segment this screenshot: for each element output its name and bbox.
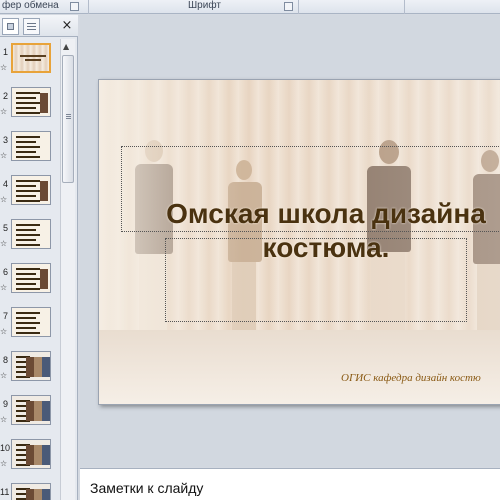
font-group-label: Шрифт xyxy=(188,0,221,11)
tab-slides[interactable] xyxy=(2,18,19,35)
slide-thumbnail[interactable]: 7 ☆ xyxy=(0,305,60,347)
notes-pane[interactable]: Заметки к слайду xyxy=(80,468,500,500)
slide-thumbnails: 1☆2☆3☆4☆5☆6☆7☆8☆9☆10☆11☆ xyxy=(0,39,60,500)
clipboard-group-label: фер обмена xyxy=(2,0,59,11)
slide-thumbnail-image xyxy=(11,351,51,381)
slide-thumbnail-image xyxy=(11,395,51,425)
slides-icon xyxy=(7,23,14,30)
panel-tabs: × xyxy=(0,15,78,37)
grip-icon xyxy=(66,114,71,115)
slide-editing-area: Омская школа дизайна костюма. ОГИС кафед… xyxy=(80,15,500,467)
slide-thumbnail-image xyxy=(11,307,51,337)
slide-number: 4 xyxy=(2,179,8,189)
slide-thumbnail[interactable]: 3 ☆ xyxy=(0,129,60,171)
transition-star-icon: ☆ xyxy=(0,195,8,204)
slide-thumbnail-image xyxy=(11,131,51,161)
slide-number: 3 xyxy=(2,135,8,145)
slide-title-line2: костюма. xyxy=(262,232,390,263)
scrollbar-thumb[interactable] xyxy=(62,55,74,183)
ribbon-separator xyxy=(88,0,89,14)
slide-thumbnail[interactable]: 2 ☆ xyxy=(0,85,60,127)
slide-thumbnail[interactable]: 1 ☆ xyxy=(0,41,60,83)
outline-icon xyxy=(27,23,36,24)
transition-star-icon: ☆ xyxy=(0,327,8,336)
slide-title-line1: Омская школа дизайна xyxy=(166,198,486,229)
runway-floor xyxy=(99,330,500,404)
close-panel-icon[interactable]: × xyxy=(60,18,74,34)
notes-placeholder: Заметки к слайду xyxy=(90,480,204,496)
slide-number: 1 xyxy=(2,47,8,57)
slide-number: 10 xyxy=(0,443,11,453)
slide-number: 7 xyxy=(2,311,8,321)
scroll-up-icon[interactable]: ▲ xyxy=(63,42,69,51)
slide-thumbnail-image xyxy=(11,43,51,73)
tab-outline[interactable] xyxy=(23,18,40,35)
slide-thumbnail[interactable]: 6 ☆ xyxy=(0,261,60,303)
font-dialog-launcher-icon[interactable] xyxy=(284,2,293,11)
ribbon-separator xyxy=(404,0,405,14)
slide-thumbnail[interactable]: 4 ☆ xyxy=(0,173,60,215)
slide-number: 6 xyxy=(2,267,8,277)
panel-scrollbar[interactable]: ▲ xyxy=(60,39,75,500)
slide-footer[interactable]: ОГИС кафедра дизайн костю xyxy=(341,372,481,384)
transition-star-icon: ☆ xyxy=(0,371,8,380)
outline-icon-line xyxy=(27,29,36,30)
transition-star-icon: ☆ xyxy=(0,239,8,248)
slide-number: 2 xyxy=(2,91,8,101)
slide-thumbnail[interactable]: 11☆ xyxy=(0,481,60,500)
slide-number: 5 xyxy=(2,223,8,233)
transition-star-icon: ☆ xyxy=(0,107,8,116)
slide-number: 9 xyxy=(2,399,8,409)
slide-number: 8 xyxy=(2,355,8,365)
slide-thumbnail-image xyxy=(11,87,51,117)
slide-thumbnail[interactable]: 8 ☆ xyxy=(0,349,60,391)
slide-title[interactable]: Омская школа дизайна костюма. xyxy=(121,197,500,265)
ribbon-separator xyxy=(298,0,299,14)
slide-thumbnail[interactable]: 10 ☆ xyxy=(0,437,60,479)
slide-thumbnail-image xyxy=(11,483,51,500)
slide-number: 11 xyxy=(0,487,10,497)
slide-thumbnail-image xyxy=(11,439,51,469)
slide-thumbnail-image xyxy=(11,175,51,205)
transition-star-icon: ☆ xyxy=(0,151,8,160)
slide-thumbnail-image xyxy=(11,219,51,249)
clipboard-dialog-launcher-icon[interactable] xyxy=(70,2,79,11)
outline-icon-line xyxy=(27,26,36,27)
slides-panel: × 1☆2☆3☆4☆5☆6☆7☆8☆9☆10☆11☆ ▲ xyxy=(0,15,78,500)
transition-star-icon: ☆ xyxy=(0,63,8,72)
ribbon: фер обмена Шрифт xyxy=(0,0,500,14)
transition-star-icon: ☆ xyxy=(0,415,8,424)
slide-canvas[interactable]: Омская школа дизайна костюма. ОГИС кафед… xyxy=(98,79,500,405)
transition-star-icon: ☆ xyxy=(0,283,8,292)
slide-thumbnail[interactable]: 9 ☆ xyxy=(0,393,60,435)
slide-thumbnail-image xyxy=(11,263,51,293)
transition-star-icon: ☆ xyxy=(0,459,8,468)
slide-thumbnail[interactable]: 5 ☆ xyxy=(0,217,60,259)
